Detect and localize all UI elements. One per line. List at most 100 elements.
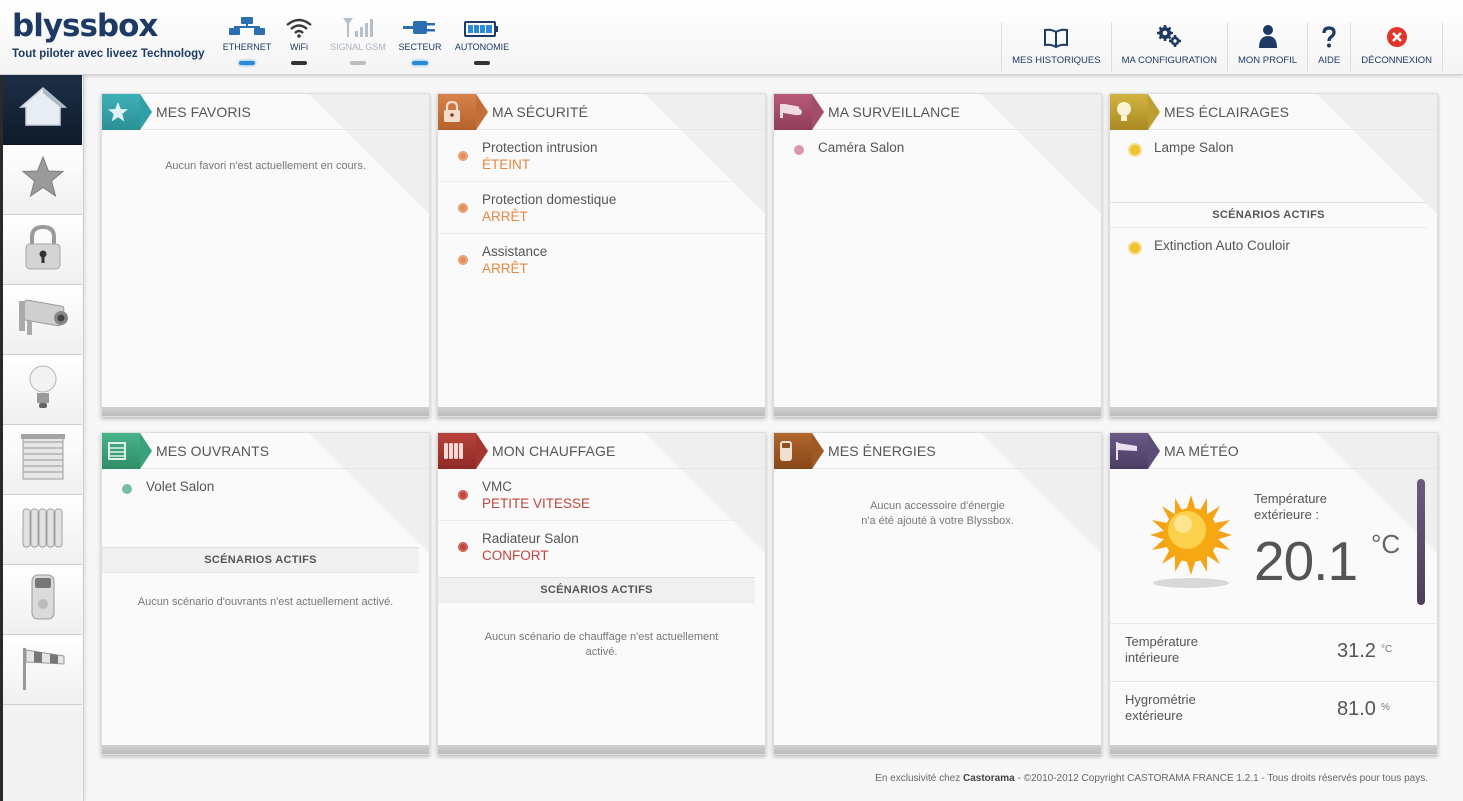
nav-deconnexion-button[interactable]: DÉCONNEXION xyxy=(1350,22,1443,72)
heating-item-radiateur[interactable]: Radiateur Salon CONFORT xyxy=(438,521,765,573)
status-indicator xyxy=(474,61,490,65)
row-label-line: intérieure xyxy=(1125,650,1180,665)
empty-message: Aucun scénario d'ouvrants n'est actuelle… xyxy=(137,596,394,608)
sidebar-item-lighting[interactable] xyxy=(3,355,82,425)
ext-temp-unit: °C xyxy=(1371,529,1401,559)
row-unit: % xyxy=(1381,702,1390,713)
padlock-icon xyxy=(438,94,488,130)
status-label: ETHERNET xyxy=(222,42,272,52)
item-state: ARRÊT xyxy=(482,209,528,224)
status-dot xyxy=(458,203,468,213)
footer-prefix: En exclusivité chez xyxy=(875,773,963,784)
footer-copyright: En exclusivité chez Castorama - ©2010-20… xyxy=(875,773,1428,784)
panel-header[interactable]: MON CHAUFFAGE xyxy=(438,433,765,469)
security-item-assistance[interactable]: Assistance ARRÊT xyxy=(438,234,765,286)
light-item[interactable]: Lampe Salon xyxy=(1110,134,1437,164)
panel-header[interactable]: MA SURVEILLANCE xyxy=(774,94,1101,130)
item-state: CONFORT xyxy=(482,548,549,563)
sidebar-item-heating[interactable] xyxy=(3,495,82,565)
sidebar-item-energy[interactable] xyxy=(3,565,82,635)
nav-label: MON PROFIL xyxy=(1237,55,1298,66)
windsock-icon xyxy=(1110,433,1160,469)
nav-aide-button[interactable]: AIDE xyxy=(1307,22,1350,72)
book-icon xyxy=(1043,22,1069,48)
panel-surveillance: MA SURVEILLANCE Caméra Salon xyxy=(773,93,1102,417)
status-label: SECTEUR xyxy=(398,42,442,52)
panel-header[interactable]: MA SÉCURITÉ xyxy=(438,94,765,130)
panel-chauffage: MON CHAUFFAGE VMC PETITE VITESSE Radiate… xyxy=(437,432,766,755)
panel-header[interactable]: MA MÉTÉO xyxy=(1110,433,1437,469)
nav-label: MA CONFIGURATION xyxy=(1121,55,1217,66)
heating-item-vmc[interactable]: VMC PETITE VITESSE xyxy=(438,469,765,521)
scenario-item[interactable]: Extinction Auto Couloir xyxy=(1110,232,1437,262)
item-state: PETITE VITESSE xyxy=(482,496,591,511)
ext-temp-value: 20.1 xyxy=(1254,530,1358,592)
radiator-icon xyxy=(20,503,66,556)
wifi-icon xyxy=(282,16,316,38)
ext-temp-label-line: extérieure : xyxy=(1254,507,1320,522)
security-item-intrusion[interactable]: Protection intrusion ÉTEINT xyxy=(438,130,765,182)
radiator-icon xyxy=(438,433,488,469)
status-dot xyxy=(122,484,132,494)
status-dot xyxy=(1130,243,1140,253)
camera-item[interactable]: Caméra Salon xyxy=(774,134,1101,164)
user-icon xyxy=(1258,22,1278,48)
ethernet-icon xyxy=(221,16,273,38)
nav-profil-button[interactable]: MON PROFIL xyxy=(1226,22,1307,72)
item-name: Protection domestique xyxy=(482,192,617,207)
empty-message-line: activé. xyxy=(585,646,618,658)
status-dot xyxy=(458,255,468,265)
star-icon xyxy=(102,94,152,130)
status-label: WiFi xyxy=(290,42,308,52)
panel-title: MES OUVRANTS xyxy=(156,442,270,459)
security-item-domestique[interactable]: Protection domestique ARRÊT xyxy=(438,182,765,234)
panel-header[interactable]: MES ÉNERGIES xyxy=(774,433,1101,469)
scenarios-header: SCÉNARIOS ACTIFS xyxy=(102,547,419,573)
empty-message-line: n'a été ajouté à votre Blyssbox. xyxy=(861,515,1014,527)
bulb-icon xyxy=(1110,94,1160,130)
star-icon xyxy=(20,154,66,205)
sidebar-item-security[interactable] xyxy=(3,215,82,285)
footer-brand[interactable]: Castorama xyxy=(963,773,1015,784)
battery-icon xyxy=(451,16,513,38)
panel-footer xyxy=(102,745,429,754)
sidebar-item-surveillance[interactable] xyxy=(3,285,82,355)
panel-footer xyxy=(1110,745,1437,754)
sun-icon xyxy=(1148,493,1234,596)
padlock-icon xyxy=(23,223,63,276)
sidebar-item-home[interactable] xyxy=(3,75,82,145)
energy-icon xyxy=(28,572,58,627)
status-ethernet: ETHERNET xyxy=(221,16,273,65)
sidebar-item-favorites[interactable] xyxy=(3,145,82,215)
status-indicator xyxy=(412,61,428,65)
item-state: ARRÊT xyxy=(482,261,528,276)
item-state: ÉTEINT xyxy=(482,157,531,172)
panel-header[interactable]: MES FAVORIS xyxy=(102,94,429,130)
sidebar-item-openings[interactable] xyxy=(3,425,82,495)
panel-header[interactable]: MES ÉCLAIRAGES xyxy=(1110,94,1437,130)
panel-ouvrants: MES OUVRANTS Volet Salon SCÉNARIOS ACTIF… xyxy=(101,432,430,755)
footer-suffix: - ©2010-2012 Copyright CASTORAMA FRANCE … xyxy=(1014,773,1428,784)
status-dot xyxy=(458,151,468,161)
panel-footer xyxy=(1110,407,1437,416)
panel-footer xyxy=(774,407,1101,416)
status-dot xyxy=(458,490,468,500)
temperature-gauge-bar xyxy=(1417,479,1425,605)
item-name: Radiateur Salon xyxy=(482,531,579,546)
panel-footer xyxy=(102,407,429,416)
logo[interactable]: blyssbox Tout piloter avec liveez Techno… xyxy=(12,8,205,60)
panel-energies: MES ÉNERGIES Aucun accessoire d'énergie … xyxy=(773,432,1102,755)
nav-historiques-button[interactable]: MES HISTORIQUES xyxy=(1001,22,1111,72)
logo-wordmark: blyssbox xyxy=(12,8,158,44)
shutter-item[interactable]: Volet Salon xyxy=(102,473,429,503)
ext-temp-label-line: Température xyxy=(1254,491,1327,506)
nav-configuration-button[interactable]: MA CONFIGURATION xyxy=(1110,22,1227,72)
camera-icon xyxy=(774,94,824,130)
status-label: AUTONOMIE xyxy=(454,42,510,52)
panel-header[interactable]: MES OUVRANTS xyxy=(102,433,429,469)
row-label-line: Hygrométrie xyxy=(1125,692,1196,707)
nav-label: DÉCONNEXION xyxy=(1361,55,1432,66)
gsm-signal-icon xyxy=(326,16,390,38)
empty-message-line: Aucun accessoire d'énergie xyxy=(870,500,1005,512)
sidebar-item-weather[interactable] xyxy=(3,635,82,705)
